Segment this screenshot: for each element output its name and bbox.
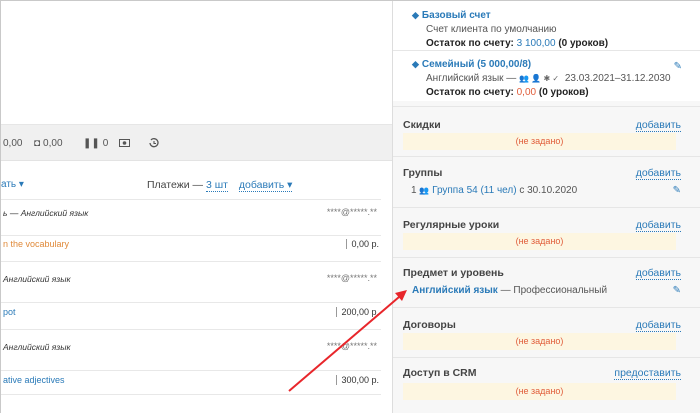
divider (393, 156, 700, 157)
row-email: ****@*****.** (326, 273, 377, 283)
base-account-title[interactable]: ◆ Базовый счет (412, 10, 608, 21)
table-row[interactable]: ь — Английский язык ****@*****.** (1, 201, 381, 223)
add-discount-link[interactable]: добавить (635, 119, 681, 132)
row-divider (1, 302, 381, 303)
users-icon: 👥 (419, 186, 430, 195)
base-account-balance: Остаток по счету: 3 100,00 (0 уроков) (426, 38, 609, 49)
group-entry: 1 👥 Группа 54 (11 чел) с 30.10.2020 (411, 185, 578, 196)
row-price: 300,00 р. (336, 375, 379, 385)
toolbar-stat-2: ◘ 0,00 (34, 138, 63, 149)
toolbar-stat-1: 0,00 (3, 138, 23, 149)
subject-entry: Английский язык — Профессиональный (412, 285, 608, 296)
discounts-empty: (не задано) (403, 133, 676, 150)
payments-panel: ать ▾ Платежи — 3 шт добавить ▾ ь — Англ… (1, 161, 392, 413)
row-divider (1, 199, 381, 200)
divider (393, 357, 700, 358)
family-account-balance: Остаток по счету: 0,00 (0 уроков) (426, 87, 589, 98)
accounts-card: ◆ Базовый счет Счет клиента по умолчанию … (393, 1, 700, 101)
payments-summary: Платежи — 3 шт добавить ▾ (147, 179, 293, 192)
row-topic-link[interactable]: ative adjectives (3, 375, 65, 385)
row-divider (1, 329, 381, 330)
edit-pencil-icon[interactable]: ✎ (673, 285, 681, 296)
row-email: ****@*****.** (326, 341, 377, 351)
divider (393, 257, 700, 258)
tag-icon: ◆ (412, 59, 419, 69)
history-icon[interactable] (149, 138, 159, 151)
filter-dropdown[interactable]: ать ▾ (1, 179, 24, 190)
regular-lessons-empty: (не задано) (403, 233, 676, 250)
group-link[interactable]: Группа 54 (11 чел) (432, 185, 516, 196)
row-price: 0,00 р. (346, 239, 379, 249)
edit-pencil-icon[interactable]: ✎ (674, 61, 682, 72)
row-divider (1, 261, 381, 262)
crm-access-empty: (не задано) (403, 383, 676, 400)
row-title: ь — Английский язык (3, 208, 89, 218)
add-payment-button[interactable]: добавить ▾ (238, 179, 293, 192)
row-title: Английский язык (3, 274, 71, 284)
divider (393, 50, 700, 51)
divider (393, 207, 700, 208)
family-account-title[interactable]: ◆ Семейный (5 000,00/8) (412, 59, 671, 70)
camera-icon[interactable] (119, 138, 130, 150)
family-account: ◆ Семейный (5 000,00/8) Английский язык —… (412, 59, 671, 98)
add-subject-link[interactable]: добавить (635, 267, 681, 280)
base-account: ◆ Базовый счет Счет клиента по умолчанию … (412, 10, 608, 49)
members-icons: 👥 👤 ✱ ✓ (519, 74, 560, 83)
add-group-link[interactable]: добавить (635, 167, 681, 180)
row-topic-link[interactable]: pot (3, 307, 16, 317)
left-pane: 0,00 ◘ 0,00 ❚❚ 0 ать ▾ Платежи — 3 шт доба… (1, 1, 392, 413)
table-row-detail[interactable]: ative adjectives 300,00 р. (1, 372, 381, 390)
row-title: Английский язык (3, 342, 71, 352)
tag-icon: ◆ (412, 10, 419, 20)
grant-crm-access-link[interactable]: предоставить (614, 367, 681, 380)
add-contract-link[interactable]: добавить (635, 319, 681, 332)
client-sidebar: ◆ Базовый счет Счет клиента по умолчанию … (392, 1, 700, 413)
contracts-title: Договоры (403, 319, 456, 331)
row-email: ****@*****.** (326, 207, 377, 217)
contracts-empty: (не задано) (403, 333, 676, 350)
row-topic-link[interactable]: n the vocabulary (3, 239, 69, 249)
pause-icon: ❚❚ (83, 138, 100, 149)
payments-header: ать ▾ Платежи — 3 шт добавить ▾ (1, 175, 392, 195)
table-row-detail[interactable]: pot 200,00 р. (1, 304, 381, 322)
family-account-subtitle: Английский язык — 👥 👤 ✱ ✓ 23.03.2021–31.… (426, 73, 671, 84)
base-account-subtitle: Счет клиента по умолчанию (426, 24, 557, 35)
payments-count-link[interactable]: 3 шт (205, 179, 228, 192)
stats-toolbar: 0,00 ◘ 0,00 ❚❚ 0 (1, 124, 392, 161)
window-frame: 0,00 ◘ 0,00 ❚❚ 0 ать ▾ Платежи — 3 шт доба… (0, 0, 700, 413)
left-empty-area (1, 1, 392, 124)
crm-access-title: Доступ в CRM (403, 367, 477, 379)
add-regular-lesson-link[interactable]: добавить (635, 219, 681, 232)
subject-link[interactable]: Английский язык (412, 285, 498, 296)
divider (393, 106, 700, 107)
divider (393, 307, 700, 308)
groups-title: Группы (403, 167, 443, 179)
row-price: 200,00 р. (336, 307, 379, 317)
toolbar-stat-3: ❚❚ 0 (83, 138, 109, 149)
row-divider (1, 370, 381, 371)
table-row[interactable]: Английский язык ****@*****.** (1, 335, 381, 357)
row-divider (1, 394, 381, 395)
regular-lessons-title: Регулярные уроки (403, 219, 500, 231)
edit-pencil-icon[interactable]: ✎ (673, 185, 681, 196)
subject-title: Предмет и уровень (403, 267, 504, 279)
discounts-title: Скидки (403, 119, 441, 131)
table-row-detail[interactable]: n the vocabulary 0,00 р. (1, 236, 381, 254)
wallet-icon: ◘ (34, 138, 41, 149)
table-row[interactable]: Английский язык ****@*****.** (1, 267, 381, 289)
